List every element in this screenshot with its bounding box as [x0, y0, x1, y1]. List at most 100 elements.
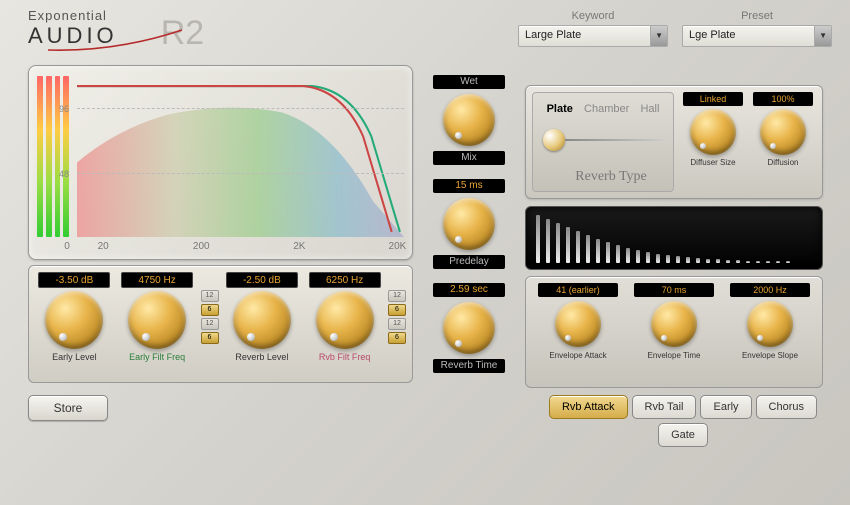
- slope-12[interactable]: 12: [388, 318, 406, 330]
- env-slope-value: 2000 Hz: [730, 283, 810, 297]
- env-time-value: 70 ms: [634, 283, 714, 297]
- slope-6[interactable]: 6: [388, 332, 406, 344]
- predelay-value: 15 ms: [433, 179, 505, 193]
- diffuser-size-value: Linked: [683, 92, 743, 106]
- echo-bar: [616, 245, 620, 263]
- keyword-preset-row: Keyword Large Plate ▼ Preset Lge Plate ▼: [518, 10, 832, 47]
- echo-bar: [776, 261, 780, 263]
- reverb-type-plate[interactable]: Plate: [547, 103, 573, 115]
- reverb-type-title: Reverb Type: [541, 169, 681, 185]
- slope-12[interactable]: 12: [201, 318, 219, 330]
- slope-slots-reverb: 12 6 12 6: [386, 272, 408, 376]
- diffuser-size-knob[interactable]: [690, 109, 736, 155]
- tab-gate[interactable]: Gate: [658, 423, 708, 447]
- preset-label: Preset: [741, 10, 773, 22]
- reverb-type-dial[interactable]: [543, 129, 663, 159]
- x-axis: 0 20 200 2K 20K: [77, 241, 404, 255]
- slope-6[interactable]: 6: [201, 332, 219, 344]
- slope-6[interactable]: 6: [388, 304, 406, 316]
- early-level-value: -3.50 dB: [38, 272, 110, 288]
- env-attack-label: Envelope Attack: [549, 351, 606, 360]
- brand-line1: Exponential: [28, 8, 118, 23]
- predelay-label: Predelay: [433, 255, 505, 269]
- diffuser-size-label: Diffuser Size: [690, 158, 735, 167]
- echo-bar: [696, 258, 700, 263]
- eq-panel: -3.50 dB Early Level 4750 Hz Early Filt …: [28, 265, 413, 383]
- mix-label: Mix: [433, 151, 505, 165]
- echo-bar: [746, 261, 750, 263]
- echo-bar: [646, 252, 650, 263]
- predelay-knob[interactable]: [443, 198, 495, 250]
- brand-block: Exponential AUDIO R2: [28, 8, 204, 53]
- mix-knob[interactable]: [443, 94, 495, 146]
- env-time-knob[interactable]: [651, 301, 697, 347]
- rvb-filt-value: 6250 Hz: [309, 272, 381, 288]
- env-attack-knob[interactable]: [555, 301, 601, 347]
- early-filt-value: 4750 Hz: [121, 272, 193, 288]
- diffusion-value: 100%: [753, 92, 813, 106]
- reverb-level-label: Reverb Level: [235, 352, 288, 362]
- spectrum-plot: [77, 76, 404, 237]
- wet-label: Wet: [433, 75, 505, 89]
- echo-bar: [756, 261, 760, 263]
- echo-bar: [566, 227, 570, 263]
- reverb-type-hall[interactable]: Hall: [640, 103, 659, 115]
- echo-bar: [626, 248, 630, 263]
- echo-bar: [706, 259, 710, 263]
- level-meter: [37, 76, 69, 237]
- echo-bar: [786, 261, 790, 263]
- envelope-panel: 41 (earlier) Envelope Attack 70 ms Envel…: [525, 276, 823, 388]
- early-filt-knob[interactable]: [128, 291, 186, 349]
- tab-rvb-attack[interactable]: Rvb Attack: [549, 395, 628, 419]
- env-slope-knob[interactable]: [747, 301, 793, 347]
- preset-value: Lge Plate: [689, 29, 735, 41]
- tab-early[interactable]: Early: [700, 395, 751, 419]
- reverb-type-selector[interactable]: Plate Chamber Hall Reverb Type: [532, 92, 674, 192]
- echo-display: [525, 206, 823, 270]
- echo-bar: [716, 259, 720, 263]
- echo-bar: [556, 223, 560, 263]
- reverb-type-panel: Plate Chamber Hall Reverb Type Linked Di…: [525, 85, 823, 199]
- keyword-value: Large Plate: [525, 29, 581, 41]
- chevron-down-icon: ▼: [819, 31, 827, 40]
- reverb-time-value: 2.59 sec: [433, 283, 505, 297]
- reverb-time-knob[interactable]: [443, 302, 495, 354]
- echo-bar: [736, 260, 740, 263]
- env-time-label: Envelope Time: [648, 351, 701, 360]
- slope-12[interactable]: 12: [201, 290, 219, 302]
- diffusion-knob[interactable]: [760, 109, 806, 155]
- rvb-filt-label: Rvb Filt Freq: [319, 352, 371, 362]
- echo-bar: [656, 254, 660, 263]
- reverb-type-chamber[interactable]: Chamber: [584, 103, 629, 115]
- tab-rvb-tail[interactable]: Rvb Tail: [632, 395, 697, 419]
- echo-bar: [606, 242, 610, 263]
- diffusion-label: Diffusion: [768, 158, 799, 167]
- rvb-filt-knob[interactable]: [316, 291, 374, 349]
- echo-bar: [766, 261, 770, 263]
- early-level-knob[interactable]: [45, 291, 103, 349]
- keyword-dropdown[interactable]: Large Plate ▼: [518, 25, 668, 47]
- env-attack-value: 41 (earlier): [538, 283, 618, 297]
- swoosh-icon: [46, 28, 186, 54]
- reverb-time-label: Reverb Time: [433, 359, 505, 373]
- reverb-level-knob[interactable]: [233, 291, 291, 349]
- echo-bar: [676, 256, 680, 263]
- echo-bar: [536, 215, 540, 263]
- echo-bar: [636, 250, 640, 263]
- slope-6[interactable]: 6: [201, 304, 219, 316]
- echo-bar: [686, 257, 690, 263]
- preset-dropdown[interactable]: Lge Plate ▼: [682, 25, 832, 47]
- slope-12[interactable]: 12: [388, 290, 406, 302]
- tab-chorus[interactable]: Chorus: [756, 395, 817, 419]
- frequency-graph: 96 48 0 20 200 2K 20K: [28, 65, 413, 260]
- center-column: Wet Mix 15 ms Predelay 2.59 sec Reverb T…: [430, 75, 508, 373]
- store-button[interactable]: Store: [28, 395, 108, 421]
- early-level-label: Early Level: [52, 352, 97, 362]
- echo-bar: [546, 219, 550, 263]
- echo-bar: [576, 231, 580, 263]
- keyword-label: Keyword: [572, 10, 615, 22]
- reverb-level-value: -2.50 dB: [226, 272, 298, 288]
- echo-bar: [666, 255, 670, 263]
- early-filt-label: Early Filt Freq: [129, 352, 185, 362]
- chevron-down-icon: ▼: [655, 31, 663, 40]
